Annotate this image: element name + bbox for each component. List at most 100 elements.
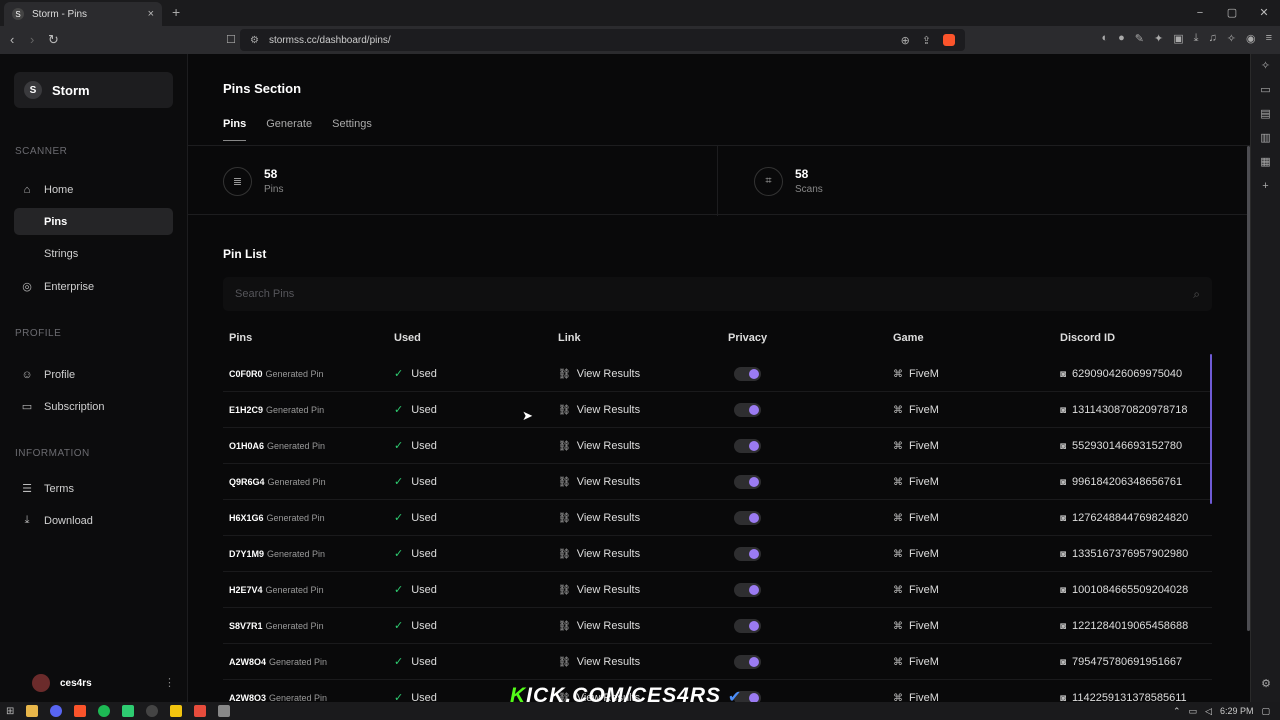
notification-icon[interactable]: ▢ xyxy=(1261,706,1270,717)
new-tab-button[interactable]: + xyxy=(172,4,180,20)
bookmarks-icon[interactable]: ▥ xyxy=(1251,126,1280,150)
view-results-link[interactable]: View Results xyxy=(577,584,640,596)
privacy-toggle[interactable] xyxy=(734,474,761,489)
extension-icon[interactable]: ✎ xyxy=(1135,32,1144,45)
tab-generate[interactable]: Generate xyxy=(266,118,312,141)
privacy-toggle[interactable] xyxy=(734,438,761,453)
back-icon[interactable]: ‹ xyxy=(10,32,14,47)
more-options-icon[interactable]: ⋮ xyxy=(164,676,175,689)
volume-icon[interactable]: ◁ xyxy=(1205,706,1212,717)
table-row[interactable]: D7Y1M9 Generated Pin ✓ Used ⛓ View Results ⌘ Fi… xyxy=(223,536,1212,572)
download-icon[interactable]: ⤓ xyxy=(1194,32,1199,45)
spotify-icon[interactable] xyxy=(98,705,111,717)
sidebar-item-download[interactable]: ⤓ Download xyxy=(14,507,173,534)
privacy-toggle[interactable] xyxy=(734,510,761,525)
maximize-button[interactable]: ▢ xyxy=(1216,0,1248,26)
view-results-link[interactable]: View Results xyxy=(577,404,640,416)
ai-icon[interactable]: ✧ xyxy=(1227,32,1236,45)
link-cell[interactable]: ⛓ View Results xyxy=(552,584,722,596)
table-scrollbar[interactable] xyxy=(1210,354,1212,504)
wallet-icon[interactable]: ▤ xyxy=(1251,102,1280,126)
tab-close-button[interactable]: × xyxy=(148,8,154,20)
link-cell[interactable]: ⛓ View Results xyxy=(552,476,722,488)
view-results-link[interactable]: View Results xyxy=(577,440,640,452)
privacy-toggle[interactable] xyxy=(734,546,761,561)
zoom-icon[interactable]: ⊕ xyxy=(901,34,910,47)
file-explorer-icon[interactable] xyxy=(26,705,39,717)
link-cell[interactable]: ⛓ View Results xyxy=(552,512,722,524)
link-cell[interactable]: ⛓ View Results xyxy=(552,404,722,416)
discord-icon[interactable] xyxy=(50,705,63,717)
table-row[interactable]: C0F0R0 Generated Pin ✓ Used ⛓ View Results ⌘ Fi… xyxy=(223,356,1212,392)
link-cell[interactable]: ⛓ View Results xyxy=(552,368,722,380)
table-row[interactable]: E1H2C9 Generated Pin ✓ Used ⛓ View Results ⌘ Fi… xyxy=(223,392,1212,428)
gear-icon[interactable]: ⚙ xyxy=(1251,672,1280,696)
sidebar-item-pins[interactable]: Pins xyxy=(14,208,173,235)
tab-pins[interactable]: Pins xyxy=(223,118,247,141)
puzzle-icon[interactable]: ✦ xyxy=(1154,32,1163,45)
brave-shield-icon[interactable] xyxy=(943,33,955,46)
privacy-toggle[interactable] xyxy=(734,618,761,633)
app-icon[interactable] xyxy=(194,705,207,717)
view-results-link[interactable]: View Results xyxy=(577,476,640,488)
bookmark-icon[interactable]: ☐ xyxy=(226,33,236,46)
view-results-link[interactable]: View Results xyxy=(577,548,640,560)
clock[interactable]: 6:29 PM xyxy=(1220,706,1254,716)
sidebar-item-subscription[interactable]: ▭ Subscription xyxy=(14,393,173,420)
table-row[interactable]: H6X1G6 Generated Pin ✓ Used ⛓ View Results ⌘ Fi… xyxy=(223,500,1212,536)
start-icon[interactable]: ⊞ xyxy=(6,706,14,717)
site-info-icon[interactable]: ⚙ xyxy=(250,35,259,46)
forward-icon[interactable]: › xyxy=(30,32,34,47)
view-results-link[interactable]: View Results xyxy=(577,512,640,524)
link-cell[interactable]: ⛓ View Results xyxy=(552,440,722,452)
table-row[interactable]: O1H0A6 Generated Pin ✓ Used ⛓ View Results ⌘ Fi… xyxy=(223,428,1212,464)
close-window-button[interactable]: ✕ xyxy=(1248,0,1280,26)
sidebar-item-strings[interactable]: Strings xyxy=(14,240,173,267)
media-icon[interactable]: ♫ xyxy=(1209,32,1217,45)
privacy-toggle[interactable] xyxy=(734,402,761,417)
table-row[interactable]: Q9R6G4 Generated Pin ✓ Used ⛓ View Results ⌘ Fi… xyxy=(223,464,1212,500)
privacy-toggle[interactable] xyxy=(734,582,761,597)
link-cell[interactable]: ⛓ View Results xyxy=(552,656,722,668)
extension-icon[interactable]: ● xyxy=(1118,32,1125,45)
link-cell[interactable]: ⛓ View Results xyxy=(552,548,722,560)
history-icon[interactable]: ▦ xyxy=(1251,150,1280,174)
brave-icon[interactable] xyxy=(74,705,87,717)
tab-settings[interactable]: Settings xyxy=(332,118,372,141)
network-icon[interactable]: ▭ xyxy=(1189,706,1198,717)
user-profile[interactable]: ces4rs xyxy=(32,674,92,692)
table-row[interactable]: A2W8O4 Generated Pin ✓ Used ⛓ View Results ⌘ Fi… xyxy=(223,644,1212,680)
app-icon[interactable] xyxy=(122,705,135,717)
app-icon[interactable] xyxy=(218,705,231,717)
chevron-up-icon[interactable]: ⌃ xyxy=(1173,706,1181,717)
minimize-button[interactable]: − xyxy=(1184,0,1216,26)
reading-list-icon[interactable]: ▭ xyxy=(1251,78,1280,102)
sidebar-item-home[interactable]: ⌂ Home xyxy=(14,176,173,203)
menu-icon[interactable]: ≡ xyxy=(1266,32,1272,45)
privacy-toggle[interactable] xyxy=(734,366,761,381)
view-results-link[interactable]: View Results xyxy=(577,656,640,668)
link-cell[interactable]: ⛓ View Results xyxy=(552,620,722,632)
steam-icon[interactable] xyxy=(146,705,159,717)
sidebar-toggle-icon[interactable]: ▣ xyxy=(1173,32,1183,45)
extension-icon[interactable]: ◐ xyxy=(1101,32,1108,45)
address-bar[interactable]: ⚙ stormss.cc/dashboard/pins/ ⊕ ⇪ xyxy=(240,29,965,51)
sidebar-item-enterprise[interactable]: ◎ Enterprise xyxy=(14,273,173,300)
sidebar-item-terms[interactable]: ☰ Terms xyxy=(14,475,173,502)
brand[interactable]: S Storm xyxy=(14,72,173,108)
leo-ai-icon[interactable]: ✧ xyxy=(1251,54,1280,78)
browser-tab[interactable]: S Storm - Pins × xyxy=(4,2,162,26)
privacy-toggle[interactable] xyxy=(734,654,761,669)
view-results-link[interactable]: View Results xyxy=(577,368,640,380)
profile-icon[interactable]: ◉ xyxy=(1246,32,1256,45)
search-icon[interactable]: ⌕ xyxy=(1193,287,1200,302)
table-row[interactable]: H2E7V4 Generated Pin ✓ Used ⛓ View Results ⌘ Fi… xyxy=(223,572,1212,608)
add-panel-icon[interactable]: + xyxy=(1251,174,1280,198)
view-results-link[interactable]: View Results xyxy=(577,620,640,632)
app-icon[interactable] xyxy=(170,705,183,717)
reload-icon[interactable]: ↻ xyxy=(48,32,59,48)
sidebar-item-profile[interactable]: ☺ Profile xyxy=(14,361,173,388)
share-icon[interactable]: ⇪ xyxy=(922,34,931,47)
search-input[interactable] xyxy=(235,288,1135,300)
table-row[interactable]: S8V7R1 Generated Pin ✓ Used ⛓ View Results ⌘ Fi… xyxy=(223,608,1212,644)
